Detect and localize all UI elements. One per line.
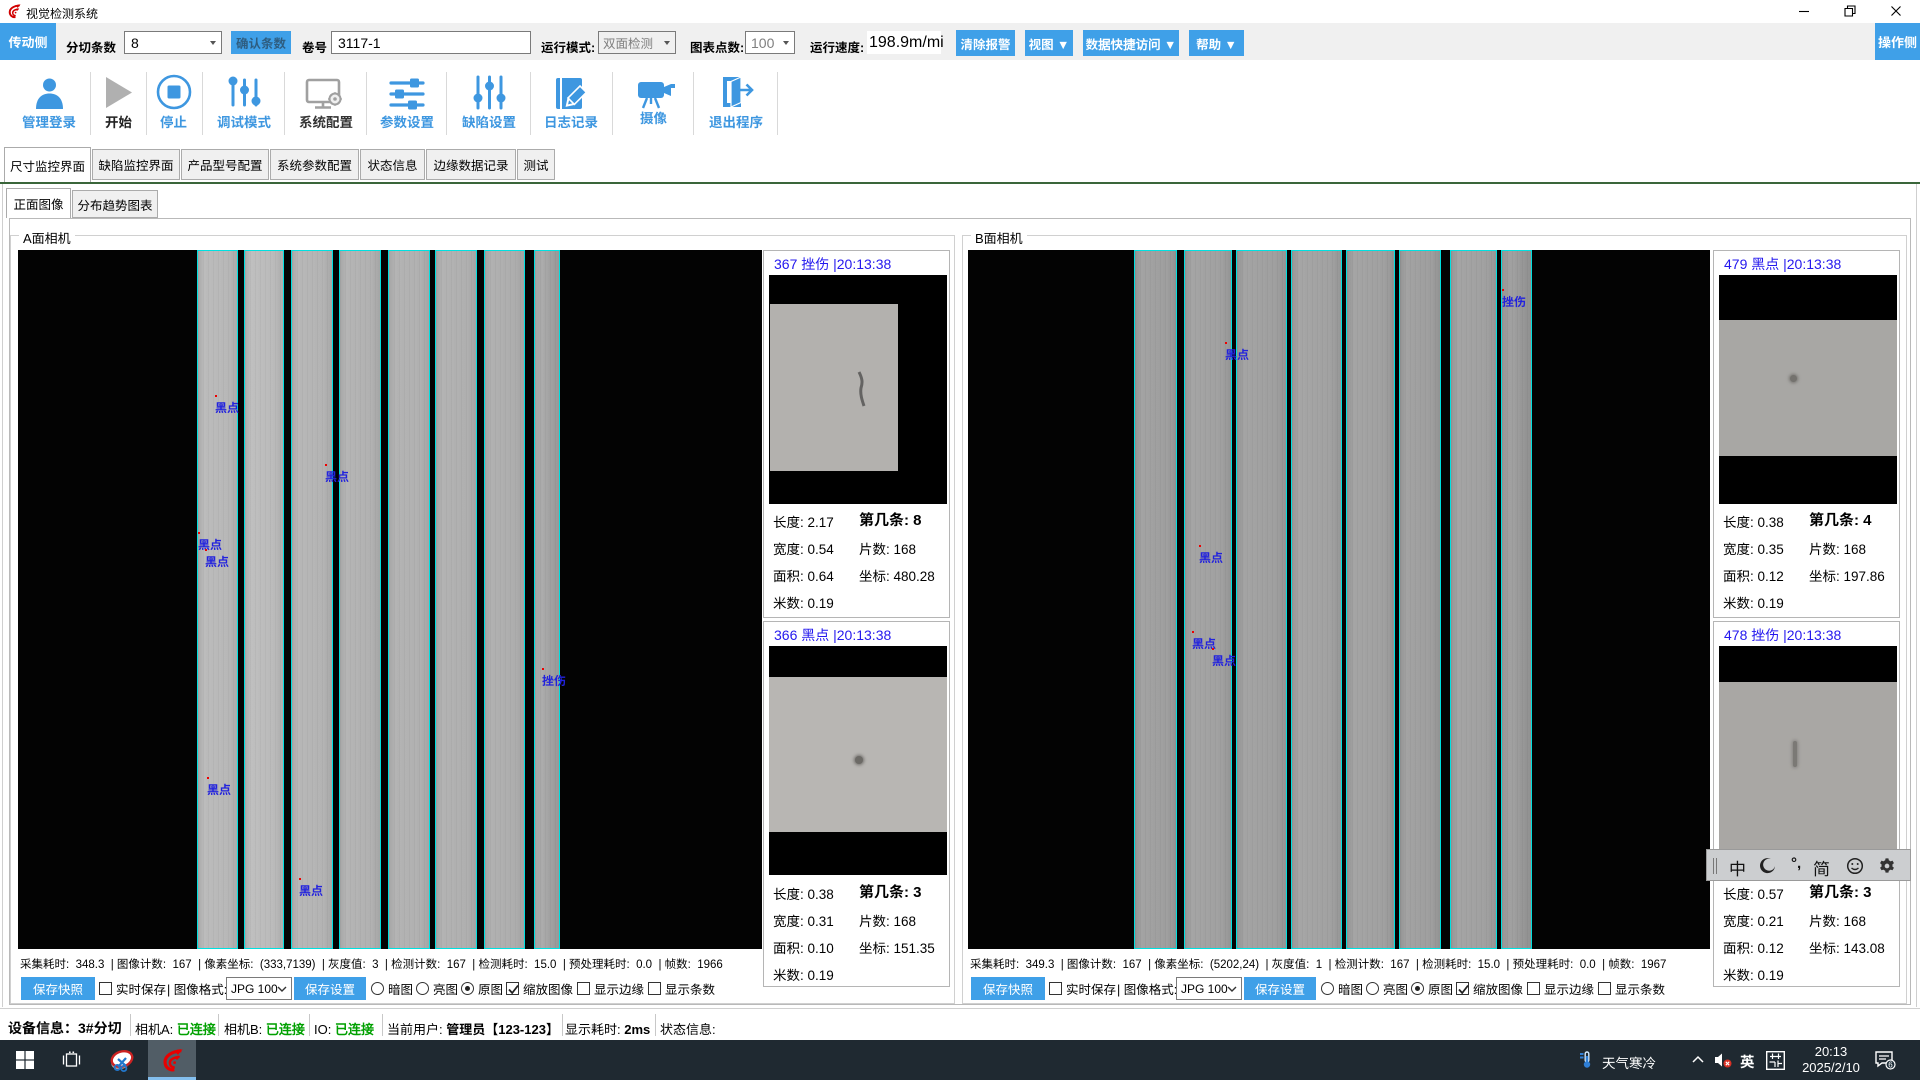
svg-text:6: 6 (1888, 1061, 1893, 1070)
